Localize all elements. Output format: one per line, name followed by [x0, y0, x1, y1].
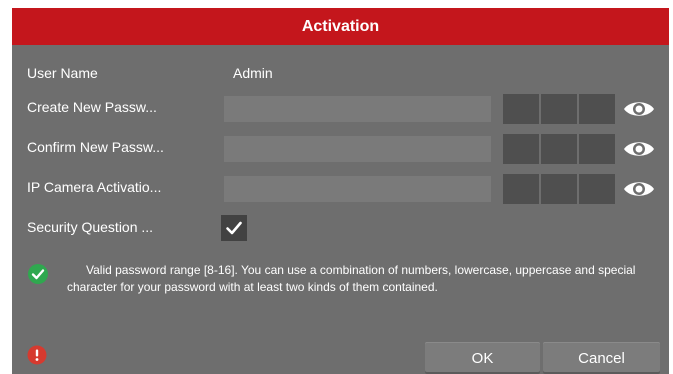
strength-segment: [579, 134, 615, 164]
ok-button[interactable]: OK: [425, 342, 540, 374]
strength-segment: [503, 174, 539, 204]
success-check-icon: [28, 264, 48, 284]
strength-segment: [541, 134, 577, 164]
ip-camera-strength-meter: [503, 174, 615, 204]
strength-segment: [503, 94, 539, 124]
security-question-checkbox[interactable]: [221, 215, 247, 241]
security-question-label: Security Question ...: [27, 219, 154, 235]
password-hint: Valid password range [8-16]. You can use…: [27, 255, 657, 303]
eye-icon[interactable]: [622, 177, 656, 201]
ip-camera-password-row: IP Camera Activatio...: [12, 174, 669, 204]
user-name-row: User Name Admin: [12, 60, 669, 90]
confirm-password-label: Confirm New Passw...: [27, 139, 164, 155]
ip-camera-label: IP Camera Activatio...: [27, 179, 162, 195]
confirm-password-input[interactable]: [224, 136, 491, 162]
create-password-label: Create New Passw...: [27, 99, 157, 115]
strength-segment: [541, 174, 577, 204]
strength-segment: [579, 174, 615, 204]
cancel-button[interactable]: Cancel: [543, 342, 660, 374]
strength-segment: [541, 94, 577, 124]
password-hint-text: Valid password range [8-16]. You can use…: [67, 263, 636, 294]
eye-icon[interactable]: [622, 97, 656, 121]
strength-segment: [579, 94, 615, 124]
user-name-label: User Name: [27, 65, 98, 81]
eye-icon[interactable]: [622, 137, 656, 161]
strength-segment: [503, 134, 539, 164]
dialog-title: Activation: [12, 8, 669, 45]
checkmark-icon: [226, 221, 242, 235]
create-password-input[interactable]: [224, 96, 491, 122]
ip-camera-password-input[interactable]: [224, 176, 491, 202]
confirm-password-row: Confirm New Passw...: [12, 134, 669, 164]
activation-dialog: Activation User Name Admin Create New Pa…: [12, 8, 669, 374]
error-exclamation-icon: [27, 345, 47, 365]
create-password-row: Create New Passw...: [12, 94, 669, 124]
user-name-value: Admin: [233, 65, 273, 81]
confirm-password-strength-meter: [503, 134, 615, 164]
security-question-row: Security Question ...: [12, 214, 669, 244]
create-password-strength-meter: [503, 94, 615, 124]
